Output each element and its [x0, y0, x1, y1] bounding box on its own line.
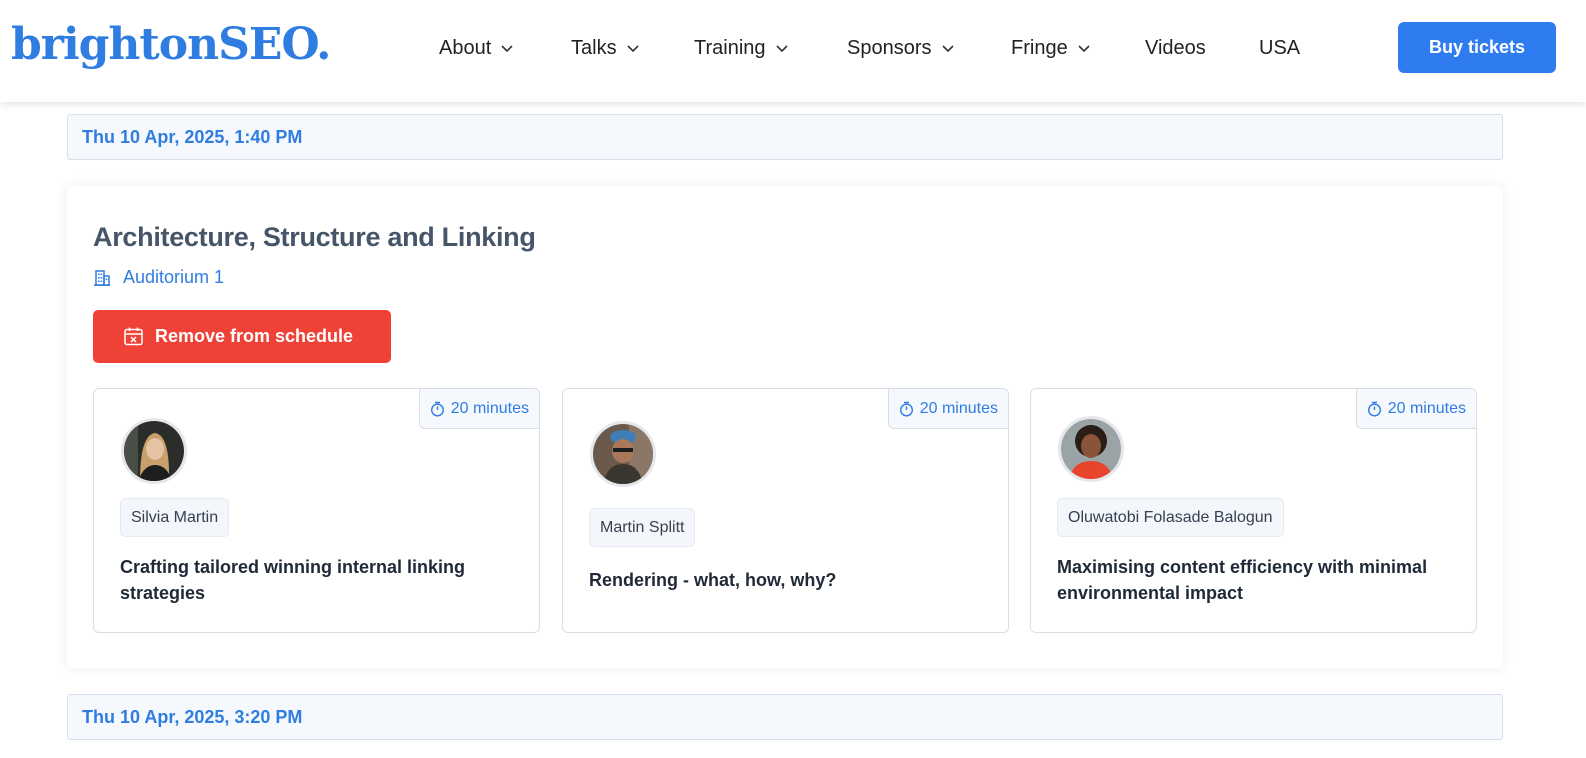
duration-badge: 20 minutes — [1355, 389, 1476, 429]
speaker-name[interactable]: Martin Splitt — [589, 508, 696, 547]
nav-fringe[interactable]: Fringe — [1011, 34, 1091, 62]
session-card: Architecture, Structure and Linking Audi… — [67, 186, 1503, 668]
brighton-seo-logo[interactable]: brightonSEO. — [11, 17, 331, 73]
timeslot-header: Thu 10 Apr, 2025, 3:20 PM — [67, 694, 1503, 740]
speaker-photo — [124, 421, 184, 481]
nav-sponsors[interactable]: Sponsors — [847, 34, 955, 62]
duration-label: 20 minutes — [919, 399, 998, 417]
site-header: brightonSEO. About Talks Training Sponso… — [0, 0, 1586, 102]
speaker-name[interactable]: Silvia Martin — [120, 498, 230, 537]
chevron-down-icon — [1078, 45, 1090, 53]
nav-usa-label: USA — [1259, 37, 1301, 59]
building-icon — [94, 269, 110, 286]
nav-videos-label: Videos — [1145, 37, 1206, 59]
nav-training-label: Training — [694, 37, 766, 59]
stopwatch-icon — [899, 401, 913, 417]
talk-title-line: Crafting tailored winning internal linki… — [120, 557, 466, 577]
talk-title-line: environmental impact — [1057, 583, 1244, 603]
chevron-down-icon — [941, 45, 954, 53]
session-room-label: Auditorium 1 — [123, 267, 225, 287]
chevron-down-icon — [501, 45, 513, 53]
talk-card[interactable]: 20 minutes Martin Splitt Rendering - wha… — [562, 388, 1009, 633]
avatar[interactable] — [590, 421, 656, 487]
calendar-x-icon — [124, 327, 143, 346]
talk-title[interactable]: Maximising content efficiency with minim… — [1057, 554, 1456, 606]
duration-badge: 20 minutes — [418, 389, 539, 429]
talk-title-line: Rendering - what, how, why? — [589, 570, 837, 590]
speaker-name[interactable]: Oluwatobi Folasade Balogun — [1057, 498, 1284, 537]
chevron-down-icon — [627, 45, 639, 53]
talk-title[interactable]: Crafting tailored winning internal linki… — [120, 554, 519, 606]
speaker-photo — [593, 424, 653, 484]
duration-label: 20 minutes — [1387, 399, 1466, 417]
nav-talks-label: Talks — [571, 37, 617, 59]
stopwatch-icon — [430, 401, 444, 417]
chevron-down-icon — [775, 45, 788, 53]
avatar[interactable] — [1058, 416, 1124, 482]
talk-title-line: Maximising content efficiency with minim… — [1057, 557, 1428, 577]
stopwatch-icon — [1367, 401, 1381, 417]
talk-card[interactable]: 20 minutes Silvia Martin Crafting tailor… — [93, 388, 540, 633]
duration-badge: 20 minutes — [887, 389, 1008, 429]
remove-from-schedule-button[interactable]: Remove from schedule — [93, 310, 391, 363]
buy-tickets-button[interactable]: Buy tickets — [1398, 22, 1556, 73]
nav-fringe-label: Fringe — [1011, 37, 1068, 59]
talk-title[interactable]: Rendering - what, how, why? — [589, 567, 988, 593]
avatar[interactable] — [121, 418, 187, 484]
nav-usa[interactable]: USA — [1259, 34, 1300, 62]
speaker-photo — [1061, 419, 1121, 479]
talk-card[interactable]: 20 minutes Oluwatobi Folasade Balogun Ma… — [1030, 388, 1477, 633]
nav-videos[interactable]: Videos — [1145, 34, 1206, 62]
talk-title-line: strategies — [120, 583, 206, 603]
nav-talks[interactable]: Talks — [571, 34, 640, 62]
session-title: Architecture, Structure and Linking — [93, 222, 536, 252]
session-room[interactable]: Auditorium 1 — [93, 267, 224, 288]
nav-about-label: About — [439, 37, 492, 59]
duration-label: 20 minutes — [450, 399, 529, 417]
timeslot-header: Thu 10 Apr, 2025, 1:40 PM — [67, 114, 1503, 160]
nav-training[interactable]: Training — [694, 34, 789, 62]
nav-sponsors-label: Sponsors — [847, 37, 932, 59]
nav-about[interactable]: About — [439, 34, 514, 62]
remove-button-label: Remove from schedule — [155, 326, 354, 346]
